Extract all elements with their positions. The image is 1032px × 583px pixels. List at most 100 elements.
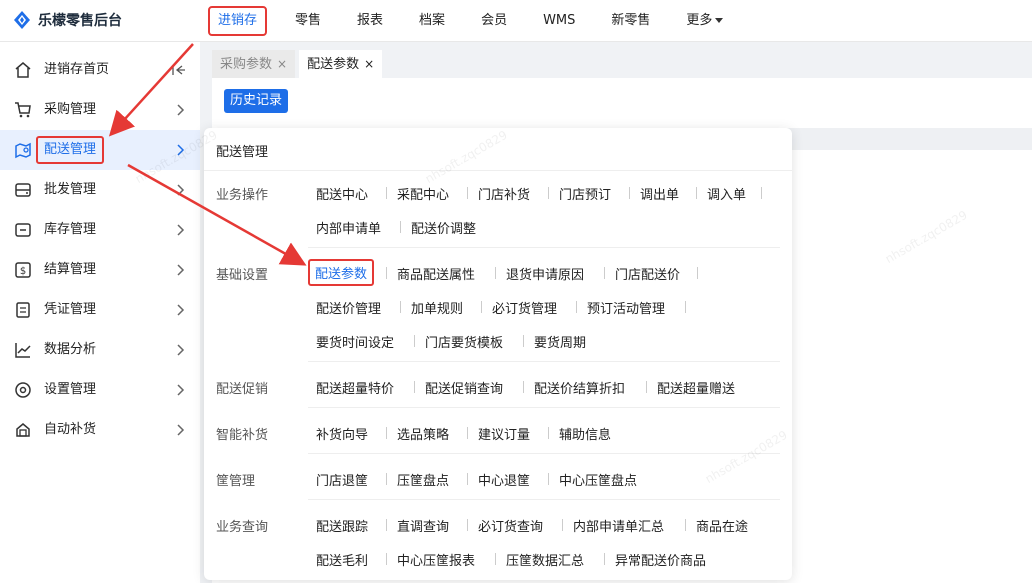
topnav-item-inventory[interactable]: 进销存 (208, 6, 268, 36)
divider (604, 553, 605, 565)
menu-link[interactable]: 配送中心 (316, 184, 368, 203)
divider (467, 427, 468, 439)
tab-delivery-params[interactable]: 配送参数 × (299, 50, 383, 78)
sidebar-item-inventory-home[interactable]: 进销存首页 (0, 50, 200, 90)
menu-link[interactable]: 直调查询 (397, 516, 449, 535)
chevron-down-icon (715, 18, 724, 23)
close-icon[interactable]: × (277, 57, 287, 71)
menu-link[interactable]: 内部申请单汇总 (573, 516, 664, 535)
divider (495, 553, 496, 565)
inventory-icon (15, 223, 31, 237)
menu-link[interactable]: 压筐盘点 (397, 470, 449, 489)
menu-link[interactable]: 压筐数据汇总 (506, 550, 584, 569)
menu-link[interactable]: 要货时间设定 (316, 332, 394, 351)
divider (386, 187, 387, 199)
topnav-item-new-retail[interactable]: 新零售 (603, 6, 658, 36)
divider (386, 473, 387, 485)
menu-link[interactable]: 中心退筐 (478, 470, 530, 489)
topnav-item-more[interactable]: 更多 (678, 6, 731, 36)
menu-link[interactable]: 加单规则 (411, 298, 463, 317)
divider (386, 267, 387, 279)
menu-link[interactable]: 门店补货 (478, 184, 530, 203)
topnav-item-reports[interactable]: 报表 (349, 6, 391, 36)
menu-link[interactable]: 中心压筐报表 (397, 550, 475, 569)
topnav-item-archive[interactable]: 档案 (411, 6, 453, 36)
voucher-icon (16, 302, 30, 318)
sidebar-item-voucher[interactable]: 凭证管理 (0, 290, 200, 330)
sidebar-item-label: 设置管理 (44, 382, 97, 397)
collapse-sidebar-icon[interactable] (172, 63, 186, 77)
sidebar-item-analytics[interactable]: 数据分析 (0, 330, 200, 370)
menu-link[interactable]: 必订货管理 (492, 298, 557, 317)
menu-link[interactable]: 配送价管理 (316, 298, 381, 317)
brand[interactable]: 乐檬零售后台 (12, 10, 122, 30)
tab-label: 配送参数 (307, 57, 360, 72)
menu-link[interactable]: 补货向导 (316, 424, 368, 443)
top-nav: 进销存 零售 报表 档案 会员 WMS 新零售 更多 (208, 6, 751, 36)
close-icon[interactable]: × (364, 57, 374, 71)
menu-link[interactable]: 门店退筐 (316, 470, 368, 489)
history-button[interactable]: 历史记录 (224, 89, 289, 113)
topnav-item-wms[interactable]: WMS (535, 6, 583, 36)
menu-link[interactable]: 异常配送价商品 (615, 550, 706, 569)
menu-link[interactable]: 商品配送属性 (397, 264, 475, 283)
menu-link[interactable]: 配送价调整 (411, 218, 476, 237)
sidebar-item-label: 自动补货 (44, 422, 97, 437)
menu-link[interactable]: 内部申请单 (316, 218, 381, 237)
chevron-right-icon (177, 224, 185, 236)
menu-link[interactable]: 配送促销查询 (425, 378, 503, 397)
menu-link[interactable]: 调入单 (707, 184, 746, 203)
divider (414, 335, 415, 347)
menu-link[interactable]: 退货申请原因 (506, 264, 584, 283)
sidebar-item-label: 结算管理 (44, 262, 97, 277)
divider (629, 187, 630, 199)
menu-link[interactable]: 采配中心 (397, 184, 449, 203)
menu-link[interactable]: 预订活动管理 (587, 298, 665, 317)
section-label-query: 业务查询 (216, 520, 269, 535)
chevron-right-icon (177, 424, 185, 436)
divider (308, 247, 780, 248)
menu-link[interactable]: 配送毛利 (316, 550, 368, 569)
sidebar-item-purchase[interactable]: 采购管理 (0, 90, 200, 130)
menu-link[interactable]: 选品策略 (397, 424, 449, 443)
menu-link[interactable]: 建议订量 (478, 424, 530, 443)
menu-link[interactable]: 中心压筐盘点 (559, 470, 637, 489)
section-label-smart-replenish: 智能补货 (216, 428, 269, 443)
menu-link[interactable]: 门店预订 (559, 184, 611, 203)
divider (386, 519, 387, 531)
divider (697, 267, 698, 279)
section-label-basket: 筐管理 (216, 474, 256, 489)
menu-link[interactable]: 门店配送价 (615, 264, 680, 283)
sidebar-item-settlement[interactable]: $ 结算管理 (0, 250, 200, 290)
menu-link[interactable]: 配送超量特价 (316, 378, 394, 397)
sidebar: 进销存首页 采购管理 配送管理 批发管理 库存管理 $ 结算管理 凭证管理 数据… (0, 42, 200, 583)
topnav-item-retail[interactable]: 零售 (287, 6, 329, 36)
topnav-item-member[interactable]: 会员 (473, 6, 515, 36)
sidebar-item-label: 批发管理 (44, 182, 97, 197)
settings-icon (15, 382, 31, 398)
menu-link[interactable]: 要货周期 (534, 332, 586, 351)
chevron-right-icon (177, 144, 185, 156)
sidebar-item-wholesale[interactable]: 批发管理 (0, 170, 200, 210)
sidebar-item-stock[interactable]: 库存管理 (0, 210, 200, 250)
sidebar-item-auto-replenish[interactable]: 自动补货 (0, 410, 200, 450)
menu-link[interactable]: 配送跟踪 (316, 516, 368, 535)
divider (761, 187, 762, 199)
divider (204, 170, 792, 171)
sidebar-item-settings[interactable]: 设置管理 (0, 370, 200, 410)
sidebar-item-delivery[interactable]: 配送管理 (0, 130, 200, 170)
menu-link[interactable]: 配送价结算折扣 (534, 378, 625, 397)
menu-link[interactable]: 商品在途 (696, 516, 748, 535)
menu-link[interactable]: 必订货查询 (478, 516, 543, 535)
divider (467, 519, 468, 531)
tab-bar: 采购参数 × 配送参数 × (212, 50, 386, 78)
menu-link[interactable]: 配送超量赠送 (657, 378, 735, 397)
menu-link-delivery-params[interactable]: 配送参数 (308, 259, 375, 286)
divider (523, 335, 524, 347)
menu-link[interactable]: 调出单 (640, 184, 679, 203)
divider (386, 553, 387, 565)
tab-purchase-params[interactable]: 采购参数 × (212, 50, 296, 78)
menu-link[interactable]: 门店要货模板 (425, 332, 503, 351)
divider (685, 519, 686, 531)
menu-link[interactable]: 辅助信息 (559, 424, 611, 443)
